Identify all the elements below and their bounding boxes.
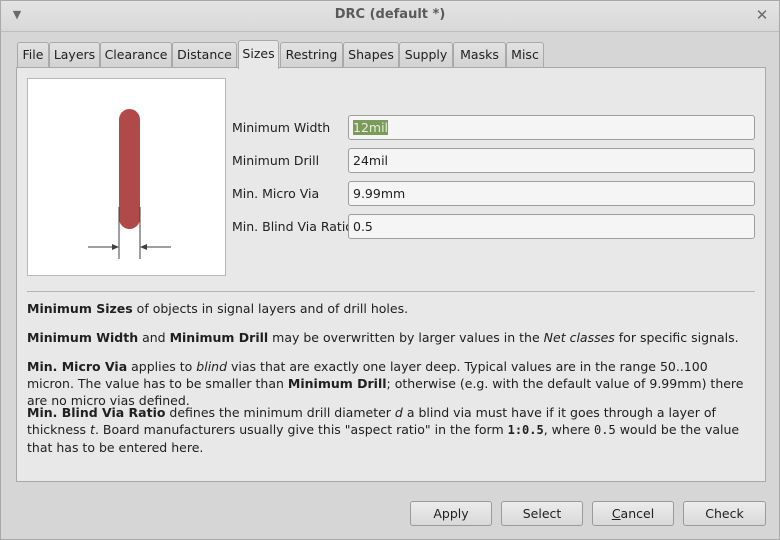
help-emphasis: Net classes [543, 330, 615, 345]
cancel-label: ancel [620, 506, 655, 521]
sizes-panel: Minimum Width 12mil Minimum Drill 24mil … [16, 67, 766, 482]
min-width-label: Minimum Width [232, 120, 331, 135]
help-emphasis: d [394, 405, 403, 420]
help-term: Minimum Drill [287, 376, 387, 391]
select-button[interactable]: Select [501, 501, 583, 526]
cancel-button[interactable]: Cancel [592, 501, 674, 526]
tab-file[interactable]: File [17, 42, 49, 67]
apply-button[interactable]: Apply [410, 501, 492, 526]
min-micro-via-input[interactable]: 9.99mm [348, 181, 755, 206]
tab-clearance[interactable]: Clearance [100, 42, 172, 67]
help-text: of objects in signal layers and of drill… [132, 301, 409, 316]
help-text: applies to [127, 359, 197, 374]
help-term: Min. Micro Via [27, 359, 128, 374]
help-text: , where [543, 422, 595, 437]
min-width-illustration [27, 78, 226, 276]
help-text: may be overwritten by larger values in t… [268, 330, 544, 345]
min-blind-via-ratio-input[interactable]: 0.5 [348, 214, 755, 239]
help-term: Minimum Sizes [27, 301, 133, 316]
min-drill-label: Minimum Drill [232, 153, 320, 168]
tab-misc[interactable]: Misc [506, 42, 544, 67]
help-term: Minimum Width [27, 330, 139, 345]
tab-distance[interactable]: Distance [172, 42, 237, 67]
help-text: and [138, 330, 170, 345]
help-emphasis: blind [196, 359, 228, 374]
help-paragraph-2: Minimum Width and Minimum Drill may be o… [27, 329, 757, 346]
drc-dialog: ▼ DRC (default *) ✕ File Layers Clearanc… [0, 0, 780, 540]
help-text: for specific signals. [614, 330, 739, 345]
tab-sizes[interactable]: Sizes [238, 40, 279, 69]
help-term: Min. Blind Via Ratio [27, 405, 166, 420]
check-button[interactable]: Check [683, 501, 766, 526]
tab-restring[interactable]: Restring [280, 42, 343, 67]
tab-supply[interactable]: Supply [399, 42, 453, 67]
min-width-value: 12mil [353, 120, 389, 135]
help-code: 0.5 [594, 423, 616, 437]
tab-layers[interactable]: Layers [49, 42, 100, 67]
close-icon[interactable]: ✕ [753, 6, 771, 24]
help-paragraph-4: Min. Blind Via Ratio defines the minimum… [27, 404, 757, 456]
help-text: . Board manufacturers usually give this … [94, 422, 508, 437]
min-drill-input[interactable]: 24mil [348, 148, 755, 173]
tab-masks[interactable]: Masks [453, 42, 506, 67]
help-paragraph-3: Min. Micro Via applies to blind vias tha… [27, 358, 757, 409]
min-micro-via-label: Min. Micro Via [232, 186, 320, 201]
divider [27, 291, 755, 292]
cancel-mnemonic: C [611, 506, 621, 521]
title-bar: ▼ DRC (default *) ✕ [1, 1, 779, 32]
help-text: defines the minimum drill diameter [165, 405, 395, 420]
window-title: DRC (default *) [334, 7, 446, 22]
tab-shapes[interactable]: Shapes [343, 42, 399, 67]
help-code: 1:0.5 [507, 423, 544, 437]
help-paragraph-1: Minimum Sizes of objects in signal layer… [27, 300, 757, 317]
help-term: Minimum Drill [169, 330, 269, 345]
min-blind-via-ratio-label: Min. Blind Via Ratio [232, 219, 353, 234]
min-width-input[interactable]: 12mil [348, 115, 755, 140]
trace-shape [119, 109, 140, 229]
